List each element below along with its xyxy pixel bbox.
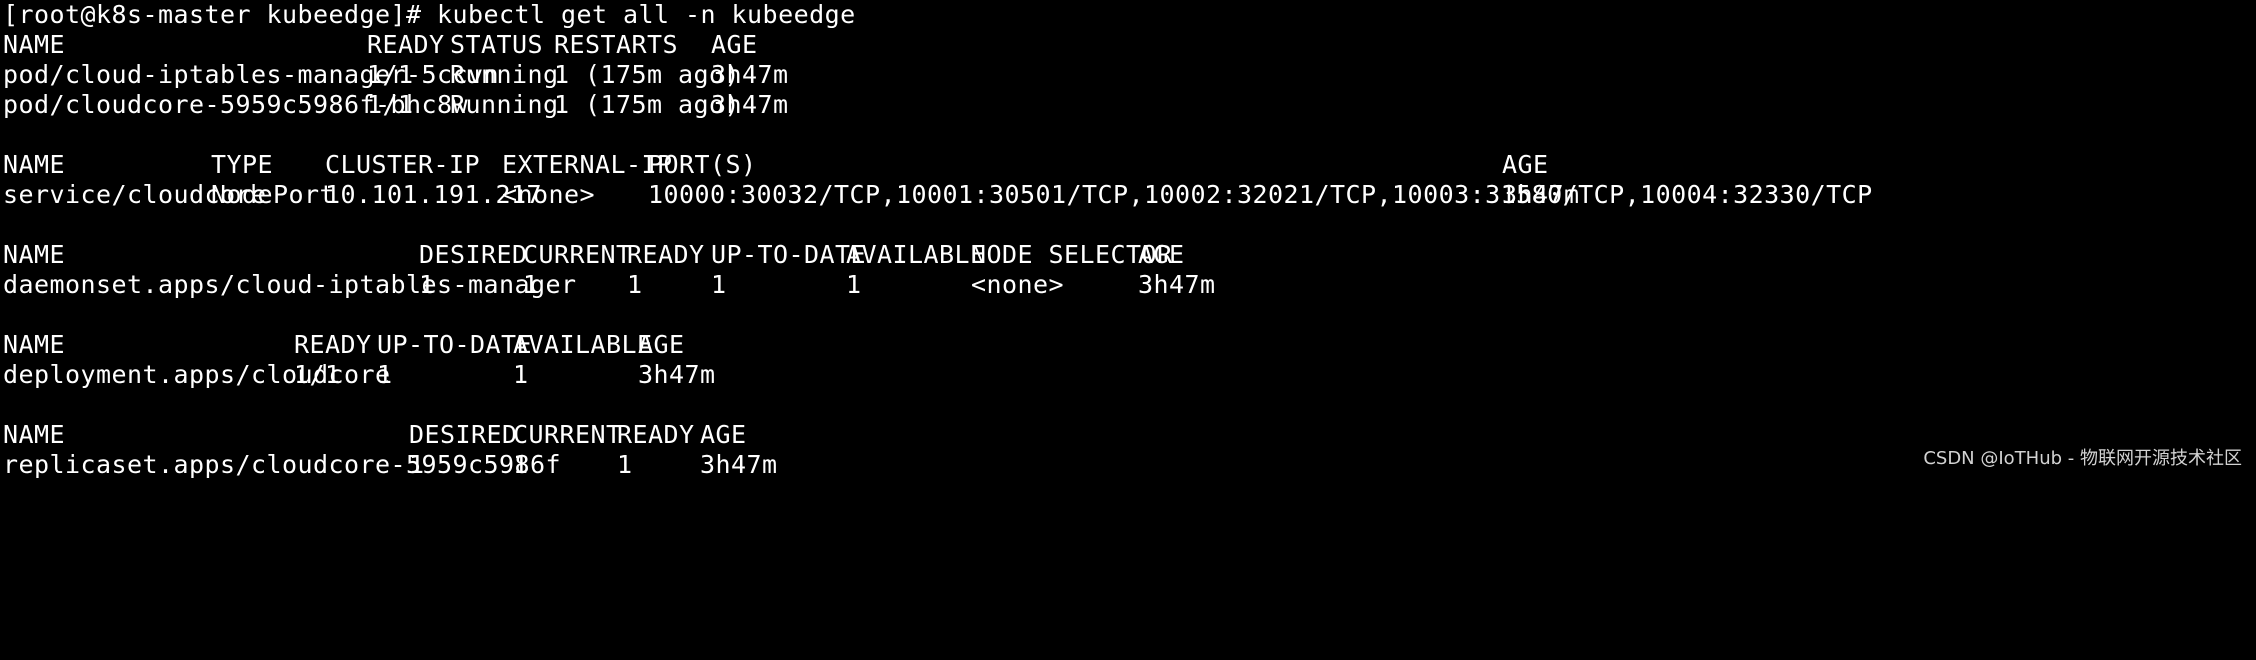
- replicaset-desired: 1: [409, 450, 425, 479]
- deployments-header-age: AGE: [638, 330, 685, 359]
- services-header-ports: PORT(S): [648, 150, 757, 179]
- replicasets-header-row: NAME DESIRED CURRENT READY AGE: [3, 420, 2253, 450]
- pod-name: pod/cloud-iptables-manager-5ccvn: [3, 60, 500, 89]
- deployments-header-ready: READY: [294, 330, 372, 359]
- pods-header-ready: READY: [367, 30, 445, 59]
- deployments-header-row: NAME READY UP-TO-DATE AVAILABLE AGE: [3, 330, 2253, 360]
- service-external-ip: <none>: [502, 180, 596, 209]
- pod-status: Running: [450, 60, 559, 89]
- services-header-row: NAME TYPE CLUSTER-IP EXTERNAL-IP PORT(S)…: [3, 150, 2253, 180]
- terminal-output[interactable]: [root@k8s-master kubeedge]# kubectl get …: [3, 0, 2253, 486]
- deployments-header-up-to-date: UP-TO-DATE: [377, 330, 533, 359]
- daemonset-name: daemonset.apps/cloud-iptables-manager: [3, 270, 577, 299]
- pods-header-restarts: RESTARTS: [554, 30, 679, 59]
- deployment-available: 1: [513, 360, 529, 389]
- replicasets-header-desired: DESIRED: [409, 420, 518, 449]
- daemonset-node-selector: <none>: [971, 270, 1065, 299]
- replicasets-header-current: CURRENT: [513, 420, 622, 449]
- daemonsets-header-up-to-date: UP-TO-DATE: [711, 240, 867, 269]
- deployments-row: deployment.apps/cloudcore 1/1 1 1 3h47m: [3, 360, 2253, 390]
- daemonset-up-to-date: 1: [711, 270, 727, 299]
- daemonsets-header-desired: DESIRED: [419, 240, 528, 269]
- csdn-watermark: CSDN @IoTHub - 物联网开源技术社区: [1923, 448, 2242, 469]
- daemonsets-header-row: NAME DESIRED CURRENT READY UP-TO-DATE AV…: [3, 240, 2253, 270]
- daemonsets-header-age: AGE: [1138, 240, 1185, 269]
- daemonset-available: 1: [846, 270, 862, 299]
- pod-ready: 1/1: [367, 90, 414, 119]
- replicasets-header-ready: READY: [617, 420, 695, 449]
- prompt-command: [root@k8s-master kubeedge]# kubectl get …: [3, 0, 856, 29]
- replicasets-header-age: AGE: [700, 420, 747, 449]
- replicaset-current: 1: [513, 450, 529, 479]
- deployment-up-to-date: 1: [377, 360, 393, 389]
- services-header-type: TYPE: [211, 150, 274, 179]
- pod-status: Running: [450, 90, 559, 119]
- command-prompt-line: [root@k8s-master kubeedge]# kubectl get …: [3, 0, 2253, 30]
- deployment-age: 3h47m: [638, 360, 716, 389]
- services-row: service/cloudcore NodePort 10.101.191.21…: [3, 180, 2253, 210]
- pods-header-name: NAME: [3, 30, 66, 59]
- services-header-name: NAME: [3, 150, 66, 179]
- daemonset-desired: 1: [419, 270, 435, 299]
- daemonsets-row: daemonset.apps/cloud-iptables-manager 1 …: [3, 270, 2253, 300]
- replicaset-age: 3h47m: [700, 450, 778, 479]
- pod-ready: 1/1: [367, 60, 414, 89]
- pods-row: pod/cloudcore-5959c5986f-bhc8w 1/1 Runni…: [3, 90, 2253, 120]
- daemonset-ready: 1: [627, 270, 643, 299]
- pods-row: pod/cloud-iptables-manager-5ccvn 1/1 Run…: [3, 60, 2253, 90]
- service-ports: 10000:30032/TCP,10001:30501/TCP,10002:32…: [648, 180, 1873, 209]
- replicaset-name: replicaset.apps/cloudcore-5959c5986f: [3, 450, 562, 479]
- deployments-header-name: NAME: [3, 330, 66, 359]
- service-type: NodePort: [211, 180, 336, 209]
- services-header-age: AGE: [1502, 150, 1549, 179]
- service-age: 3h47m: [1502, 180, 1580, 209]
- replicasets-header-name: NAME: [3, 420, 66, 449]
- services-header-cluster-ip: CLUSTER-IP: [325, 150, 481, 179]
- daemonset-current: 1: [523, 270, 539, 299]
- deployments-header-available: AVAILABLE: [513, 330, 653, 359]
- services-header-external-ip: EXTERNAL-IP: [502, 150, 673, 179]
- daemonsets-header-available: AVAILABLE: [846, 240, 986, 269]
- replicaset-ready: 1: [617, 450, 633, 479]
- pod-age: 3h47m: [711, 60, 789, 89]
- pod-age: 3h47m: [711, 90, 789, 119]
- daemonsets-header-ready: READY: [627, 240, 705, 269]
- replicasets-row: replicaset.apps/cloudcore-5959c5986f 1 1…: [3, 450, 2253, 480]
- daemonsets-header-current: CURRENT: [523, 240, 632, 269]
- pods-header-status: STATUS: [450, 30, 544, 59]
- pods-header-age: AGE: [711, 30, 758, 59]
- daemonsets-header-name: NAME: [3, 240, 66, 269]
- deployment-ready: 1/1: [294, 360, 341, 389]
- daemonset-age: 3h47m: [1138, 270, 1216, 299]
- pods-header-row: NAME READY STATUS RESTARTS AGE: [3, 30, 2253, 60]
